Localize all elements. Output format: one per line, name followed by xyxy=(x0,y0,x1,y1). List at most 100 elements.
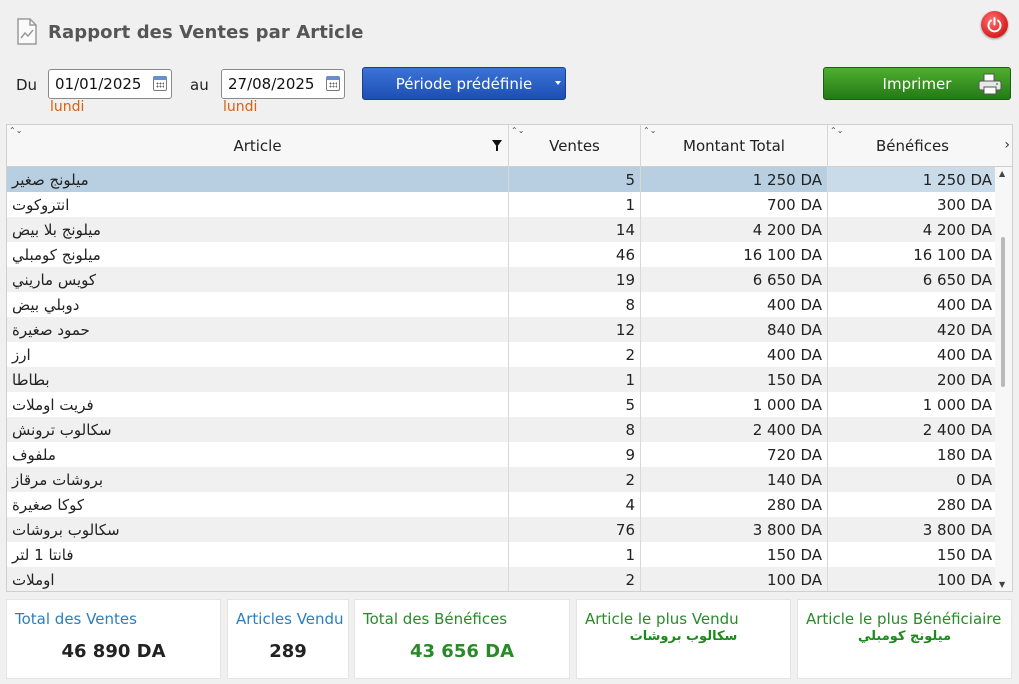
ventes-cell[interactable]: 76 xyxy=(509,517,641,542)
article-cell[interactable]: ميلونج بلا بيض xyxy=(7,217,509,242)
table-row[interactable]: فريت اوملات 5 1 000 DA 1 000 DA xyxy=(7,392,997,417)
article-cell[interactable]: فريت اوملات xyxy=(7,392,509,417)
ventes-cell[interactable]: 5 xyxy=(509,167,641,192)
benefices-cell[interactable]: 400 DA xyxy=(828,342,997,367)
scroll-down-icon[interactable]: ▼ xyxy=(999,580,1005,589)
column-header-benefices[interactable]: ⌃⌄ Bénéfices xyxy=(828,125,997,167)
table-row[interactable]: ميلونج بلا بيض 14 4 200 DA 4 200 DA xyxy=(7,217,997,242)
article-cell[interactable]: ملفوف xyxy=(7,442,509,467)
montant-cell[interactable]: 1 000 DA xyxy=(641,392,828,417)
montant-cell[interactable]: 150 DA xyxy=(641,367,828,392)
ventes-cell[interactable]: 2 xyxy=(509,342,641,367)
sort-icon[interactable]: ⌃⌄ xyxy=(511,126,524,135)
montant-cell[interactable]: 280 DA xyxy=(641,492,828,517)
benefices-cell[interactable]: 400 DA xyxy=(828,292,997,317)
montant-cell[interactable]: 3 800 DA xyxy=(641,517,828,542)
benefices-cell[interactable]: 1 250 DA xyxy=(828,167,997,192)
calendar-icon[interactable] xyxy=(326,76,340,91)
ventes-cell[interactable]: 5 xyxy=(509,392,641,417)
ventes-cell[interactable]: 2 xyxy=(509,567,641,591)
ventes-cell[interactable]: 19 xyxy=(509,267,641,292)
vertical-scrollbar[interactable]: ▲ ▼ xyxy=(995,167,1012,591)
article-cell[interactable]: ميلونج كومبلي xyxy=(7,242,509,267)
benefices-cell[interactable]: 0 DA xyxy=(828,467,997,492)
sort-icon[interactable]: ⌃⌄ xyxy=(830,126,843,135)
article-cell[interactable]: كوكا صغيرة xyxy=(7,492,509,517)
ventes-cell[interactable]: 14 xyxy=(509,217,641,242)
column-header-montant[interactable]: ⌃⌄ Montant Total xyxy=(641,125,828,167)
benefices-cell[interactable]: 100 DA xyxy=(828,567,997,591)
article-cell[interactable]: انتروكوت xyxy=(7,192,509,217)
montant-cell[interactable]: 400 DA xyxy=(641,342,828,367)
ventes-cell[interactable]: 8 xyxy=(509,417,641,442)
article-cell[interactable]: ميلونج صغير xyxy=(7,167,509,192)
article-cell[interactable]: حمود صغيرة xyxy=(7,317,509,342)
scrollbar-thumb[interactable] xyxy=(1001,237,1005,387)
montant-cell[interactable]: 150 DA xyxy=(641,542,828,567)
ventes-cell[interactable]: 9 xyxy=(509,442,641,467)
ventes-cell[interactable]: 12 xyxy=(509,317,641,342)
sort-icon[interactable]: ⌃⌄ xyxy=(643,126,656,135)
scroll-right-icon[interactable]: › xyxy=(1004,137,1010,153)
montant-cell[interactable]: 700 DA xyxy=(641,192,828,217)
power-button[interactable] xyxy=(981,11,1008,38)
benefices-cell[interactable]: 180 DA xyxy=(828,442,997,467)
montant-cell[interactable]: 400 DA xyxy=(641,292,828,317)
montant-cell[interactable]: 6 650 DA xyxy=(641,267,828,292)
benefices-cell[interactable]: 200 DA xyxy=(828,367,997,392)
article-cell[interactable]: سكالوب بروشات xyxy=(7,517,509,542)
ventes-cell[interactable]: 46 xyxy=(509,242,641,267)
article-cell[interactable]: دوبلي بيض xyxy=(7,292,509,317)
benefices-cell[interactable]: 280 DA xyxy=(828,492,997,517)
ventes-cell[interactable]: 2 xyxy=(509,467,641,492)
article-cell[interactable]: اوملات xyxy=(7,567,509,591)
predefined-period-button[interactable]: Période prédéfinie xyxy=(362,67,566,100)
sort-icon[interactable]: ⌃⌄ xyxy=(9,126,22,135)
benefices-cell[interactable]: 4 200 DA xyxy=(828,217,997,242)
ventes-cell[interactable]: 1 xyxy=(509,367,641,392)
montant-cell[interactable]: 1 250 DA xyxy=(641,167,828,192)
benefices-cell[interactable]: 2 400 DA xyxy=(828,417,997,442)
date-from-input[interactable]: 01/01/2025 xyxy=(48,69,172,99)
table-row[interactable]: بطاطا 1 150 DA 200 DA xyxy=(7,367,997,392)
table-row[interactable]: سكالوب بروشات 76 3 800 DA 3 800 DA xyxy=(7,517,997,542)
table-row[interactable]: كويس ماريني 19 6 650 DA 6 650 DA xyxy=(7,267,997,292)
montant-cell[interactable]: 4 200 DA xyxy=(641,217,828,242)
table-row[interactable]: ميلونج صغير 5 1 250 DA 1 250 DA xyxy=(7,167,997,192)
article-cell[interactable]: كويس ماريني xyxy=(7,267,509,292)
montant-cell[interactable]: 16 100 DA xyxy=(641,242,828,267)
benefices-cell[interactable]: 6 650 DA xyxy=(828,267,997,292)
table-row[interactable]: بروشات مرقاز 2 140 DA 0 DA xyxy=(7,467,997,492)
benefices-cell[interactable]: 150 DA xyxy=(828,542,997,567)
article-cell[interactable]: بطاطا xyxy=(7,367,509,392)
table-row[interactable]: كوكا صغيرة 4 280 DA 280 DA xyxy=(7,492,997,517)
column-header-ventes[interactable]: ⌃⌄ Ventes xyxy=(509,125,641,167)
benefices-cell[interactable]: 3 800 DA xyxy=(828,517,997,542)
article-cell[interactable]: فانتا 1 لتر xyxy=(7,542,509,567)
montant-cell[interactable]: 840 DA xyxy=(641,317,828,342)
table-row[interactable]: اوملات 2 100 DA 100 DA xyxy=(7,567,997,591)
table-row[interactable]: ارز 2 400 DA 400 DA xyxy=(7,342,997,367)
benefices-cell[interactable]: 420 DA xyxy=(828,317,997,342)
montant-cell[interactable]: 100 DA xyxy=(641,567,828,591)
date-to-input[interactable]: 27/08/2025 xyxy=(221,69,345,99)
table-row[interactable]: فانتا 1 لتر 1 150 DA 150 DA xyxy=(7,542,997,567)
filter-icon[interactable] xyxy=(492,140,502,151)
calendar-icon[interactable] xyxy=(153,76,167,91)
table-row[interactable]: حمود صغيرة 12 840 DA 420 DA xyxy=(7,317,997,342)
column-header-article[interactable]: ⌃⌄ Article xyxy=(7,125,509,167)
benefices-cell[interactable]: 300 DA xyxy=(828,192,997,217)
table-row[interactable]: سكالوب ترونش 8 2 400 DA 2 400 DA xyxy=(7,417,997,442)
table-row[interactable]: دوبلي بيض 8 400 DA 400 DA xyxy=(7,292,997,317)
ventes-cell[interactable]: 1 xyxy=(509,192,641,217)
ventes-cell[interactable]: 1 xyxy=(509,542,641,567)
article-cell[interactable]: ارز xyxy=(7,342,509,367)
scroll-up-icon[interactable]: ▲ xyxy=(999,169,1005,178)
benefices-cell[interactable]: 1 000 DA xyxy=(828,392,997,417)
article-cell[interactable]: بروشات مرقاز xyxy=(7,467,509,492)
table-row[interactable]: ملفوف 9 720 DA 180 DA xyxy=(7,442,997,467)
table-row[interactable]: ميلونج كومبلي 46 16 100 DA 16 100 DA xyxy=(7,242,997,267)
ventes-cell[interactable]: 4 xyxy=(509,492,641,517)
montant-cell[interactable]: 720 DA xyxy=(641,442,828,467)
ventes-cell[interactable]: 8 xyxy=(509,292,641,317)
